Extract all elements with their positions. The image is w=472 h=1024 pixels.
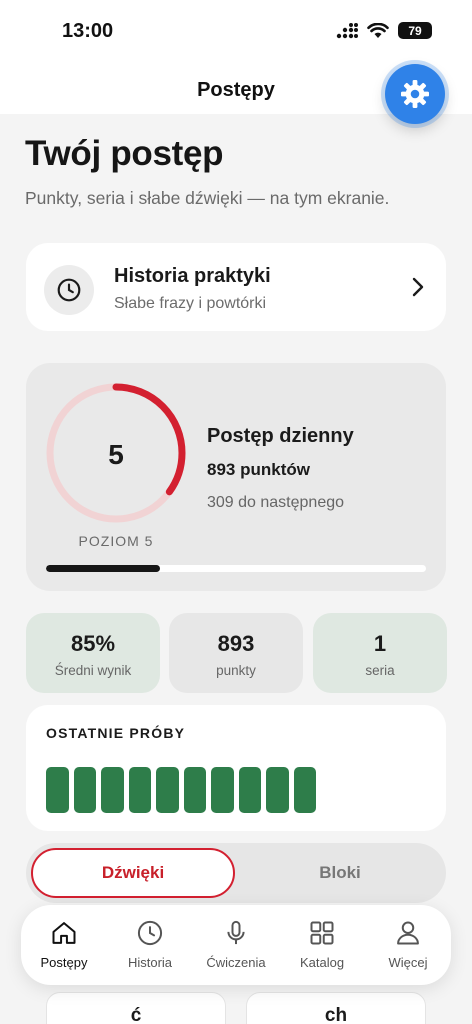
tab-history[interactable]: Historia — [109, 917, 191, 970]
attempt-bar — [101, 767, 124, 813]
tab-catalog[interactable]: Katalog — [281, 917, 363, 970]
sound-card-label: ch — [324, 1005, 348, 1024]
microphone-icon — [227, 920, 245, 945]
sound-card-label: ć — [130, 1005, 142, 1024]
tab-label: Postępy — [40, 955, 88, 970]
history-card[interactable]: Historia praktyki Słabe frazy i powtórki — [26, 243, 446, 331]
segment-blocks[interactable]: Bloki — [238, 848, 442, 898]
attempt-bar — [293, 767, 316, 813]
status-icons: 79 — [336, 22, 432, 39]
user-icon — [397, 921, 419, 945]
sound-card[interactable]: ch — [246, 992, 426, 1024]
attempt-bar — [238, 767, 261, 813]
tab-more[interactable]: Więcej — [367, 917, 449, 970]
recent-attempts-title: OSTATNIE PRÓBY — [46, 725, 186, 741]
daily-progress-bar — [46, 565, 426, 572]
attempt-bar — [156, 767, 179, 813]
stat-value: 893 — [217, 631, 255, 656]
settings-button[interactable] — [385, 64, 445, 124]
status-bar: 13:00 79 — [0, 0, 472, 62]
grid-icon — [310, 921, 334, 945]
stat-streak: 1 seria — [313, 613, 447, 693]
stat-label: punkty — [216, 663, 256, 678]
signal-icon — [336, 22, 358, 38]
page-title: Twój postęp — [25, 134, 224, 173]
attempt-bar — [128, 767, 151, 813]
daily-progress-fill — [46, 565, 160, 572]
tab-label: Katalog — [299, 955, 345, 970]
daily-points: 893 punktów — [207, 460, 310, 479]
daily-progress-card: 5 POZIOM 5 Postęp dzienny 893 punktów 30… — [26, 363, 446, 591]
sound-card[interactable]: ć — [46, 992, 226, 1024]
recent-attempts-card: OSTATNIE PRÓBY — [26, 705, 446, 831]
wifi-icon — [367, 22, 389, 38]
tab-progress[interactable]: Postępy — [23, 917, 105, 970]
daily-progress-title: Postęp dzienny — [207, 425, 354, 447]
stat-value: 85% — [70, 631, 116, 656]
stat-average-score: 85% Średni wynik — [26, 613, 160, 693]
home-icon — [52, 922, 76, 944]
attempt-bar — [46, 767, 69, 813]
recent-attempts-bars — [46, 767, 316, 813]
segmented-control: Dźwięki Bloki — [26, 843, 446, 903]
clock-icon — [137, 920, 163, 946]
battery-indicator: 79 — [398, 22, 432, 39]
segment-sounds[interactable]: Dźwięki — [31, 848, 235, 898]
tab-bar: Postępy Historia Ćwiczenia Katalog Więce… — [21, 905, 451, 985]
page-subtitle: Punkty, seria i słabe dźwięki — na tym e… — [25, 188, 390, 208]
status-time: 13:00 — [62, 20, 114, 42]
level-label: POZIOM 5 — [78, 533, 154, 549]
stat-label: Średni wynik — [54, 663, 132, 678]
history-title: Historia praktyki — [114, 265, 271, 287]
gear-icon — [401, 80, 429, 108]
chevron-right-icon — [412, 277, 424, 297]
attempt-bar — [183, 767, 206, 813]
attempt-bar — [266, 767, 289, 813]
history-icon-wrap — [44, 265, 94, 315]
tab-label: Ćwiczenia — [206, 955, 266, 970]
points-to-next: 309 do następnego — [207, 494, 345, 511]
tab-label: Historia — [127, 955, 173, 970]
tab-label: Więcej — [388, 955, 428, 970]
attempt-bar — [211, 767, 234, 813]
stat-label: seria — [365, 663, 395, 678]
level-number: 5 — [108, 439, 124, 470]
stat-points: 893 punkty — [169, 613, 303, 693]
history-subtitle: Słabe frazy i powtórki — [114, 295, 267, 312]
clock-icon — [57, 278, 81, 302]
tab-exercises[interactable]: Ćwiczenia — [195, 917, 277, 970]
stat-value: 1 — [373, 631, 387, 656]
attempt-bar — [73, 767, 96, 813]
